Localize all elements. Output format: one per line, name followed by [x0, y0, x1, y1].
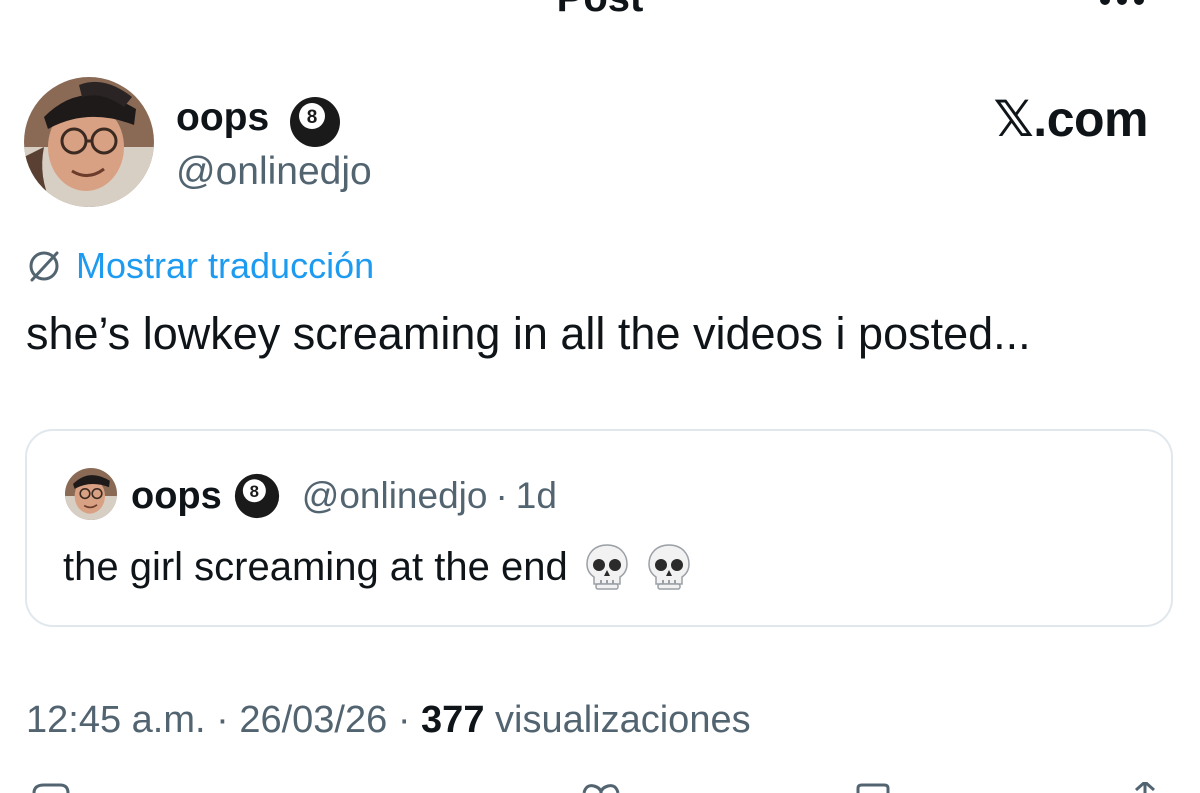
meta-separator: ·: [387, 699, 422, 741]
skull-icon: [647, 544, 690, 590]
svg-text:8: 8: [307, 107, 318, 128]
views-count: 377: [421, 699, 485, 741]
views-label: visualizaciones: [484, 699, 751, 741]
globe-icon: [29, 251, 59, 282]
quote-author-avatar[interactable]: [65, 468, 117, 520]
translate-label: Mostrar traducción: [76, 245, 375, 286]
8-ball-icon: 8: [290, 97, 340, 147]
page-title: Post: [0, 0, 1200, 18]
meta-separator: ·: [205, 699, 240, 741]
tweet-text: she’s lowkey screaming in all the videos…: [26, 308, 1031, 359]
top-bar: Post: [0, 0, 1200, 40]
tweet-meta: 12:45 a.m. · 26/03/26 · 377 visualizacio…: [26, 697, 751, 743]
site-brand: 𝕏.com: [993, 91, 1149, 147]
skull-icon: [585, 544, 628, 590]
quote-separator: ·: [495, 475, 508, 516]
quote-timestamp[interactable]: 1d: [516, 475, 557, 517]
svg-text:8: 8: [249, 482, 258, 501]
tweet-time[interactable]: 12:45 a.m.: [26, 699, 206, 741]
quote-text-row: the girl screaming at the end: [63, 539, 692, 595]
reply-icon[interactable]: [30, 782, 72, 793]
author-handle[interactable]: @onlinedjo: [176, 150, 372, 194]
quote-header: oops 8 @onlinedjo · 1d: [131, 473, 557, 519]
like-icon[interactable]: [580, 782, 622, 793]
quote-author-handle[interactable]: @onlinedjo: [302, 475, 488, 517]
bookmark-icon[interactable]: [852, 782, 894, 793]
quoted-tweet-card[interactable]: oops 8 @onlinedjo · 1d the girl screamin…: [25, 429, 1173, 627]
author-name[interactable]: oops: [176, 96, 269, 140]
more-options-icon[interactable]: [1060, 0, 1150, 10]
8-ball-icon: 8: [234, 473, 279, 519]
quote-text: the girl screaming at the end: [63, 545, 568, 589]
quote-author-name[interactable]: oops: [131, 475, 222, 518]
translate-link[interactable]: Mostrar traducción: [26, 244, 374, 288]
tweet-date[interactable]: 26/03/26: [239, 699, 387, 741]
author-avatar[interactable]: [24, 77, 154, 207]
share-icon[interactable]: [1124, 782, 1166, 793]
